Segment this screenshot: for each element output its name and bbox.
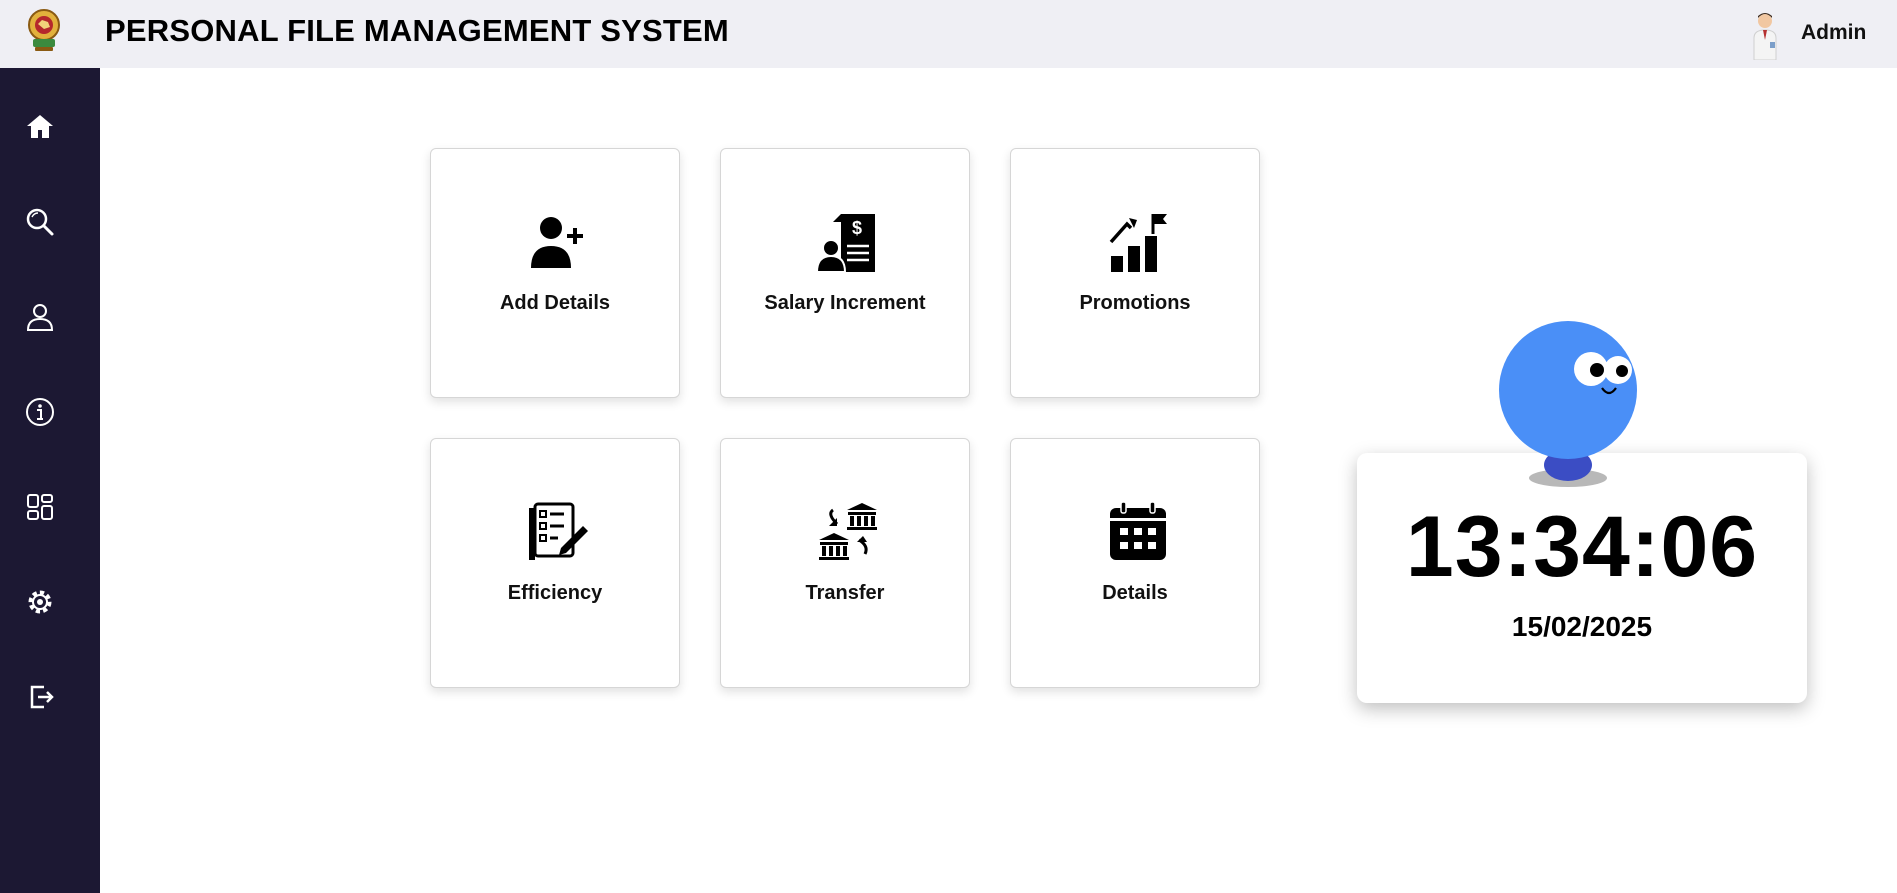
tile-label: Promotions [1079,292,1191,314]
tile-efficiency[interactable]: Efficiency [430,438,680,688]
info-icon [26,398,54,426]
sidebar-item-dashboard[interactable] [20,487,60,527]
dashboard-icon [27,494,53,520]
svg-text:$: $ [852,218,862,238]
calendar-icon [1110,502,1166,560]
salary-document-icon: $ [817,214,875,272]
sidebar [0,68,100,893]
settings-icon [28,590,52,614]
tile-label: Transfer [805,582,885,604]
mascot-character [1499,321,1637,487]
home-icon [27,115,53,138]
search-icon [26,208,54,236]
checklist-icon [529,502,588,560]
sidebar-item-search[interactable] [20,202,60,242]
tile-label: Add Details [499,292,611,314]
sidebar-item-settings[interactable] [20,582,60,622]
tile-label: Salary Increment [764,292,926,314]
user-icon [26,304,54,331]
sidebar-item-logout[interactable] [20,677,60,717]
tile-transfer[interactable]: Transfer [720,438,970,688]
add-user-icon [531,217,583,268]
tile-salary-increment[interactable]: $ Salary Increment [720,148,970,398]
logout-icon [30,685,54,709]
tile-details[interactable]: Details [1010,438,1260,688]
sidebar-item-profile[interactable] [20,297,60,337]
bank-transfer-icon [819,503,877,560]
emblem-logo [28,9,60,51]
clock-widget: 13:34:06 15/02/2025 [1357,453,1807,703]
app-title: PERSONAL FILE MANAGEMENT SYSTEM [105,13,729,48]
clock-date: 15/02/2025 [1511,611,1653,642]
tile-label: Details [1102,582,1168,604]
tile-promotions[interactable]: Promotions [1010,148,1260,398]
sidebar-item-home[interactable] [20,107,60,147]
top-bar: PERSONAL FILE MANAGEMENT SYSTEM Admin [0,0,1897,68]
clock-time: 13:34:06 [1405,499,1759,595]
sidebar-item-info[interactable] [20,392,60,432]
user-avatar[interactable] [1748,10,1782,60]
tile-label: Efficiency [507,582,603,604]
tile-add-details[interactable]: Add Details [430,148,680,398]
growth-chart-icon [1109,214,1167,272]
user-name[interactable]: Admin [1801,21,1866,45]
